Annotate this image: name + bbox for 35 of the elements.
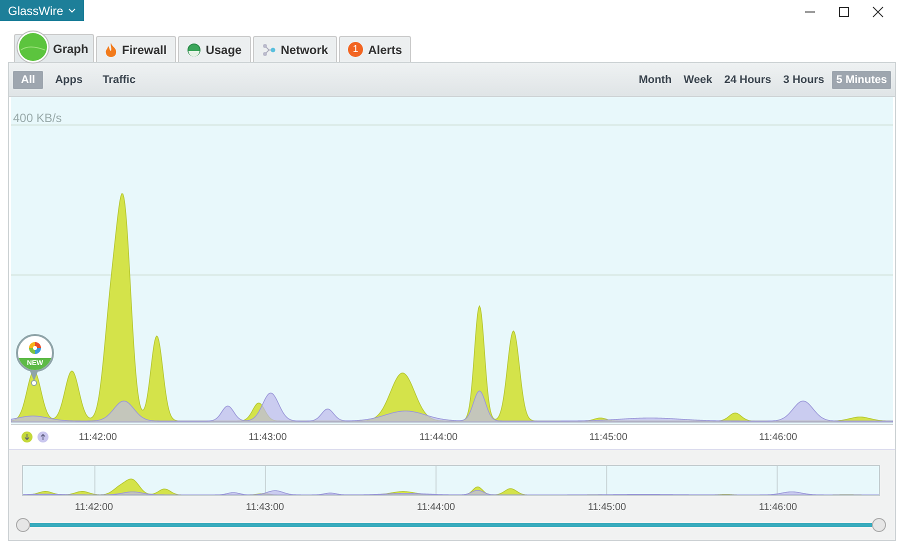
usage-icon — [186, 42, 201, 56]
time-label: 11:44:00 — [419, 432, 458, 443]
tab[interactable]: Network — [252, 36, 338, 62]
time-label: 11:43:00 — [248, 432, 287, 443]
time-range-tab[interactable]: 24 Hours — [720, 70, 776, 88]
time-range-tab[interactable]: 3 Hours — [779, 70, 828, 88]
alert-count-badge: 1 — [348, 42, 364, 57]
download-icon[interactable] — [21, 431, 33, 443]
time-label: 11:43:00 — [246, 502, 284, 513]
flame-icon — [105, 42, 117, 56]
tab[interactable]: 1 Alerts — [339, 36, 412, 62]
time-label: 11:42:00 — [78, 432, 117, 443]
tab[interactable]: Usage — [178, 36, 251, 62]
tab[interactable]: Firewall — [96, 36, 176, 62]
time-label: 11:42:00 — [74, 502, 114, 513]
filter-tab[interactable]: Apps — [47, 70, 91, 88]
scale-label: 400 KB/s — [13, 111, 62, 125]
caret-icon — [68, 8, 76, 13]
time-range-tab[interactable]: Month — [634, 70, 676, 88]
range-handle[interactable] — [872, 518, 886, 532]
time-label: 11:44:00 — [416, 502, 456, 513]
upload-icon[interactable] — [37, 431, 49, 443]
pin-stem — [30, 371, 38, 387]
range-handle[interactable] — [16, 518, 30, 532]
filter-tab[interactable]: Traffic — [94, 70, 144, 88]
time-label: 11:45:00 — [588, 502, 626, 513]
app-menu-button[interactable]: GlassWire — [0, 0, 84, 21]
network-icon — [262, 42, 276, 56]
time-label: 11:45:00 — [589, 432, 628, 443]
time-label: 11:46:00 — [758, 502, 798, 513]
time-label: 11:46:00 — [759, 432, 798, 443]
maximize-icon[interactable] — [838, 6, 850, 18]
close-icon[interactable] — [872, 6, 884, 18]
app-icon — [28, 341, 42, 355]
time-range-tab[interactable]: Week — [680, 70, 716, 88]
